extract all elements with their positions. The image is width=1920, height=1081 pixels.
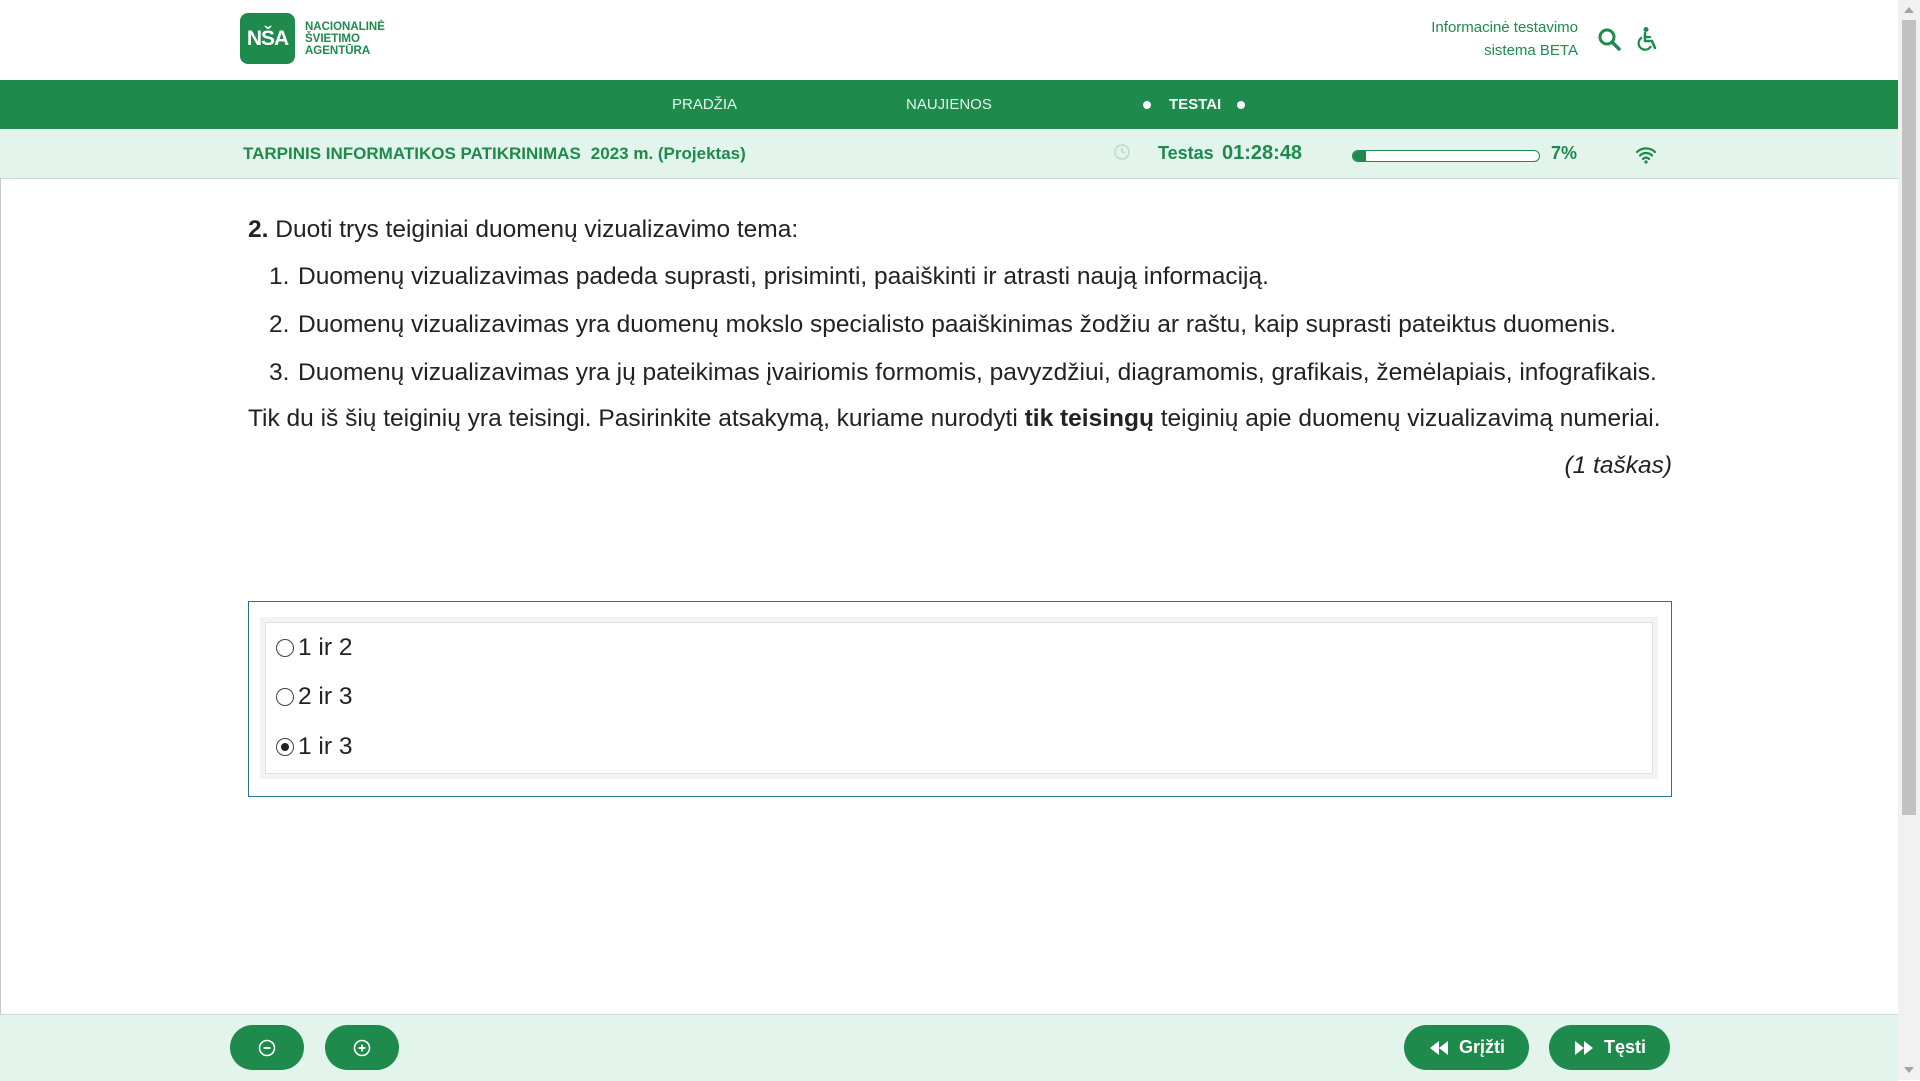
- statement-item: 2. Duomenų vizualizavimas yra duomenų mok…: [248, 307, 1672, 342]
- nsa-logo[interactable]: NŠA Nacionalinė Švietimo Agentūra: [240, 13, 385, 64]
- instruction-text-start: Tik du iš šių teiginių yra teisingi. Pas…: [248, 405, 1025, 432]
- zoom-out-icon: [258, 1039, 276, 1056]
- scrollbar-thumb[interactable]: [1902, 20, 1916, 815]
- statement-text: Duomenų vizualizavimas padeda suprasti, …: [298, 263, 1269, 290]
- radio-button-selected[interactable]: [276, 738, 294, 756]
- answer-box: 1 ir 2 2 ir 3 1 ir 3: [248, 601, 1672, 797]
- system-title-line-1: Informacinė testavimo: [1431, 19, 1578, 36]
- logo-line-1: Nacionalinė: [305, 20, 385, 33]
- zoom-out-button[interactable]: [230, 1025, 304, 1070]
- nav-item-naujienos[interactable]: NAUJIENOS: [906, 80, 992, 129]
- timer-label: Testas: [1158, 143, 1214, 163]
- question-instruction: Tik du iš šių teiginių yra teisingi. Pas…: [248, 401, 1672, 436]
- answer-option-1[interactable]: 1 ir 2: [276, 630, 352, 666]
- system-title: Informacinė testavimo sistema BETA: [1431, 16, 1578, 62]
- zoom-in-icon: [353, 1039, 371, 1056]
- active-indicator-dot: [1237, 101, 1245, 109]
- radio-button[interactable]: [276, 688, 294, 706]
- active-indicator-dot: [1143, 101, 1151, 109]
- question-points: (1 taškas): [1564, 452, 1672, 479]
- page-scrollbar[interactable]: [1898, 0, 1920, 1080]
- zoom-in-button[interactable]: [325, 1025, 399, 1070]
- progress-fill: [1353, 151, 1367, 161]
- answer-options: 1 ir 2 2 ir 3 1 ir 3: [265, 622, 1653, 774]
- question-intro-text: Duoti trys teiginiai duomenų vizualizavi…: [275, 216, 799, 243]
- test-title-text: TARPINIS INFORMATIKOS PATIKRINIMAS: [243, 144, 581, 163]
- scroll-down-arrow-icon[interactable]: [1904, 1067, 1914, 1073]
- next-button-label: Tęsti: [1603, 1037, 1646, 1057]
- question-intro: 2. Duoti trys teiginiai duomenų vizualiz…: [248, 212, 1672, 247]
- answer-option-3[interactable]: 1 ir 3: [276, 729, 352, 765]
- instruction-emphasis: tik teisingų: [1024, 405, 1154, 432]
- question: 2. Duoti trys teiginiai duomenų vizualiz…: [248, 212, 1672, 483]
- statement-item: 1. Duomenų vizualizavimas padeda suprasti…: [248, 259, 1672, 294]
- back-button[interactable]: Grįžti: [1404, 1025, 1529, 1070]
- rewind-icon: [1429, 1040, 1448, 1055]
- statement-list: 1. Duomenų vizualizavimas padeda suprasti…: [248, 259, 1672, 390]
- answer-label: 1 ir 2: [298, 634, 353, 661]
- main-nav: PRADŽIA NAUJIENOS TESTAI: [0, 80, 1898, 129]
- test-year: 2023 m. (Projektas): [590, 144, 746, 163]
- question-area: 2. Duoti trys teiginiai duomenų vizualiz…: [0, 178, 1899, 1014]
- statement-number: 1.: [269, 263, 290, 290]
- statement-item: 3. Duomenų vizualizavimas yra jų pateikim…: [248, 355, 1672, 390]
- progress-bar: [1352, 150, 1540, 162]
- wifi-icon: [1635, 146, 1657, 169]
- fast-forward-icon: [1574, 1040, 1593, 1055]
- answer-label: 2 ir 3: [298, 683, 353, 710]
- logo-text: Nacionalinė Švietimo Agentūra: [305, 21, 385, 57]
- logo-mark: NŠA: [240, 13, 295, 64]
- site-header: NŠA Nacionalinė Švietimo Agentūra Inform…: [0, 0, 1898, 80]
- timer-value: 01:28:48: [1222, 142, 1303, 164]
- test-title: TARPINIS INFORMATIKOS PATIKRINIMAS 2023 m…: [243, 129, 746, 178]
- question-number: 2.: [248, 216, 269, 243]
- clock-icon: [1113, 143, 1131, 166]
- nav-item-testai[interactable]: TESTAI: [1169, 80, 1221, 129]
- logo-line-3: Agentūra: [305, 44, 371, 57]
- statement-number: 3.: [269, 359, 290, 386]
- nav-item-pradzia[interactable]: PRADŽIA: [672, 80, 737, 129]
- answer-label: 1 ir 3: [298, 733, 353, 760]
- statement-number: 2.: [269, 311, 290, 338]
- scroll-up-arrow-icon[interactable]: [1904, 7, 1914, 13]
- test-info-bar: TARPINIS INFORMATIKOS PATIKRINIMAS 2023 m…: [0, 129, 1898, 179]
- instruction-text-end: teiginių apie duomenų vizualizavimą nume…: [1153, 405, 1661, 432]
- search-icon[interactable]: [1594, 24, 1624, 54]
- wheelchair-icon[interactable]: [1633, 24, 1663, 54]
- footer-toolbar: Grįžti Tęsti: [0, 1014, 1898, 1081]
- statement-text: Duomenų vizualizavimas yra jų pateikimas…: [298, 359, 1657, 386]
- answer-option-2[interactable]: 2 ir 3: [276, 679, 352, 715]
- next-button[interactable]: Tęsti: [1549, 1025, 1670, 1070]
- page: NŠA Nacionalinė Švietimo Agentūra Inform…: [0, 0, 1899, 1081]
- progress-percent: 7%: [1551, 143, 1578, 163]
- back-button-label: Grįžti: [1458, 1037, 1505, 1057]
- logo-line-2: Švietimo: [305, 32, 360, 45]
- radio-button[interactable]: [276, 639, 294, 657]
- system-title-line-2: sistema BETA: [1484, 42, 1578, 59]
- statement-text: Duomenų vizualizavimas yra duomenų moksl…: [298, 311, 1617, 338]
